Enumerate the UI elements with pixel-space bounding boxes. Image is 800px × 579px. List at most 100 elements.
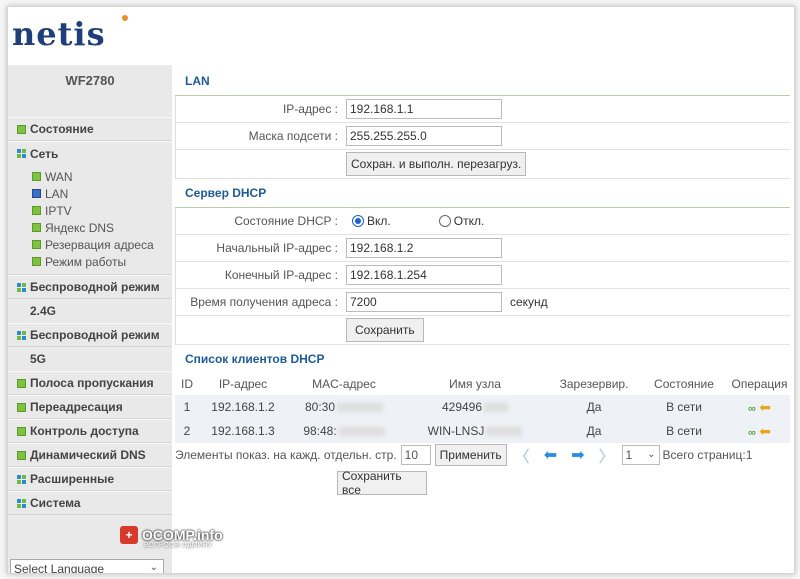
sidebar: WF2780 Состояние Сеть WAN LAN IPTV Яндек… [8, 65, 172, 573]
plus-icon: + [120, 526, 138, 544]
sidebar-item-wireless-24[interactable]: Беспроводной режим [8, 275, 172, 299]
logo-dot [122, 15, 128, 21]
page-select[interactable]: 1 ⌄ [621, 445, 660, 465]
sidebar-item-forwarding[interactable]: Переадресация [8, 395, 172, 419]
col-reserved: Зарезервир. [559, 377, 629, 391]
col-mac: MAC-адрес [312, 377, 376, 391]
bullet-icon [17, 378, 26, 388]
sidebar-subitem-label: Яндекс DNS [45, 220, 115, 235]
table-row: 2 192.168.1.3 98:48: WIN-LNSJ Да В сети … [175, 419, 790, 443]
mac-text: 80:30 [304, 400, 336, 414]
grid-icon [17, 474, 26, 484]
sidebar-subitem-address-reservation[interactable]: Резервация адреса [8, 236, 172, 253]
sidebar-band-5g[interactable]: 5G [8, 347, 172, 371]
cell-ip: 192.168.1.3 [199, 419, 287, 443]
save-all-button[interactable]: Сохранить все [337, 469, 427, 497]
dhcp-section-title: Сервер DHCP [175, 179, 790, 208]
cell-ip: 192.168.1.2 [199, 395, 287, 419]
sidebar-item-label: Переадресация [30, 400, 123, 414]
cell-state: В сети [639, 395, 729, 419]
bullet-icon [32, 240, 41, 249]
bullet-icon [17, 426, 26, 436]
sidebar-item-bandwidth[interactable]: Полоса пропускания [8, 371, 172, 395]
cell-operation: ∞ ⬅ [729, 419, 790, 443]
sidebar-subitem-label: IPTV [45, 203, 72, 218]
cell-state: В сети [639, 419, 729, 443]
dhcp-on-label: Вкл. [367, 214, 391, 228]
bullet-icon [17, 450, 26, 460]
sidebar-subitem-label: Резервация адреса [45, 237, 154, 252]
col-ip: IP-адрес [218, 377, 268, 391]
cell-host: 429496 [401, 395, 549, 419]
lan-ip-input[interactable]: 192.168.1.1 [346, 99, 502, 119]
page-select-value: 1 [625, 448, 633, 462]
bullet-icon [17, 124, 26, 134]
subnet-mask-input[interactable]: 255.255.255.0 [346, 126, 502, 146]
sidebar-band-24g[interactable]: 2.4G [8, 299, 172, 323]
next-page-icon[interactable]: ➡ [571, 445, 584, 465]
last-page-icon[interactable]: 〉 [599, 443, 615, 467]
sidebar-subitem-wan[interactable]: WAN [8, 168, 172, 185]
link-icon[interactable]: ∞ [748, 427, 756, 439]
dhcp-save-button[interactable]: Сохранить [346, 318, 424, 342]
sidebar-item-wireless-5[interactable]: Беспроводной режим [8, 323, 172, 347]
redacted-mask [338, 427, 385, 437]
sidebar-item-advanced[interactable]: Расширенные [8, 467, 172, 491]
sidebar-item-label: Беспроводной режим [30, 280, 160, 294]
ip-label: IP-адрес : [282, 102, 338, 116]
main-content: LAN IP-адрес : 192.168.1.1 Маска подсети… [175, 67, 790, 497]
selected-bullet-icon [32, 189, 41, 198]
lease-time-label: Время получения адреса : [190, 295, 338, 309]
dhcp-clients-title: Список клиентов DHCP [185, 352, 325, 366]
bullet-icon [32, 172, 41, 181]
total-pages: Всего страниц:1 [662, 448, 753, 462]
per-page-input[interactable]: 10 [400, 445, 431, 465]
redacted-mask [484, 403, 509, 413]
end-ip-input[interactable]: 192.168.1.254 [346, 265, 502, 285]
lan-section-title: LAN [175, 67, 790, 96]
cell-reserved: Да [549, 395, 639, 419]
sidebar-item-network[interactable]: Сеть [8, 141, 172, 165]
save-reboot-button[interactable]: Сохран. и выполн. перезагруз. [346, 152, 527, 176]
bullet-icon [32, 206, 41, 215]
sidebar-item-system[interactable]: Система [8, 491, 172, 515]
dhcp-on-radio[interactable] [352, 215, 364, 227]
redacted-mask [337, 403, 384, 413]
mask-label: Маска подсети : [248, 129, 338, 143]
bullet-icon [32, 257, 41, 266]
sidebar-item-label: Система [30, 496, 81, 510]
grid-icon [17, 149, 26, 158]
end-ip-label: Конечный IP-адрес : [224, 268, 338, 282]
grid-icon [17, 282, 26, 292]
link-icon[interactable]: ∞ [748, 403, 756, 415]
col-host: Имя узла [449, 377, 501, 391]
sidebar-item-status[interactable]: Состояние [8, 117, 172, 141]
language-select[interactable]: Select Language ⌄ [10, 559, 164, 573]
apply-button[interactable]: Применить [434, 444, 507, 466]
mac-text: 98:48: [303, 424, 337, 438]
first-page-icon[interactable]: 〈 [514, 443, 530, 467]
dhcp-off-radio[interactable] [438, 215, 451, 227]
bullet-icon [32, 223, 41, 232]
sidebar-subitem-iptv[interactable]: IPTV [8, 202, 172, 219]
sidebar-item-ddns[interactable]: Динамический DNS [8, 443, 172, 467]
sidebar-item-label: Полоса пропускания [30, 376, 154, 390]
col-id: ID [181, 377, 193, 391]
arrow-left-icon[interactable]: ⬅ [759, 399, 771, 415]
table-row: 1 192.168.1.2 80:30 429496 Да В сети ∞ ⬅ [175, 395, 790, 419]
grid-icon [17, 498, 26, 508]
dhcp-clients-table: ID IP-адрес MAC-адрес Имя узла Зарезерви… [175, 373, 790, 443]
sidebar-subitem-yandex-dns[interactable]: Яндекс DNS [8, 219, 172, 236]
lease-time-input[interactable]: 7200 [346, 292, 502, 312]
start-ip-input[interactable]: 192.168.1.2 [346, 238, 502, 258]
cell-id: 2 [175, 419, 199, 443]
sidebar-item-label: Динамический DNS [30, 448, 146, 462]
bullet-icon [17, 402, 26, 412]
prev-page-icon[interactable]: ⬅ [544, 445, 557, 465]
sidebar-subitem-operation-mode[interactable]: Режим работы [8, 253, 172, 270]
sidebar-subitem-lan[interactable]: LAN [8, 185, 172, 202]
cell-host: WIN-LNSJ [401, 419, 549, 443]
sidebar-item-access-control[interactable]: Контроль доступа [8, 419, 172, 443]
arrow-left-icon[interactable]: ⬅ [759, 423, 771, 439]
dhcp-off-label: Откл. [453, 214, 485, 228]
